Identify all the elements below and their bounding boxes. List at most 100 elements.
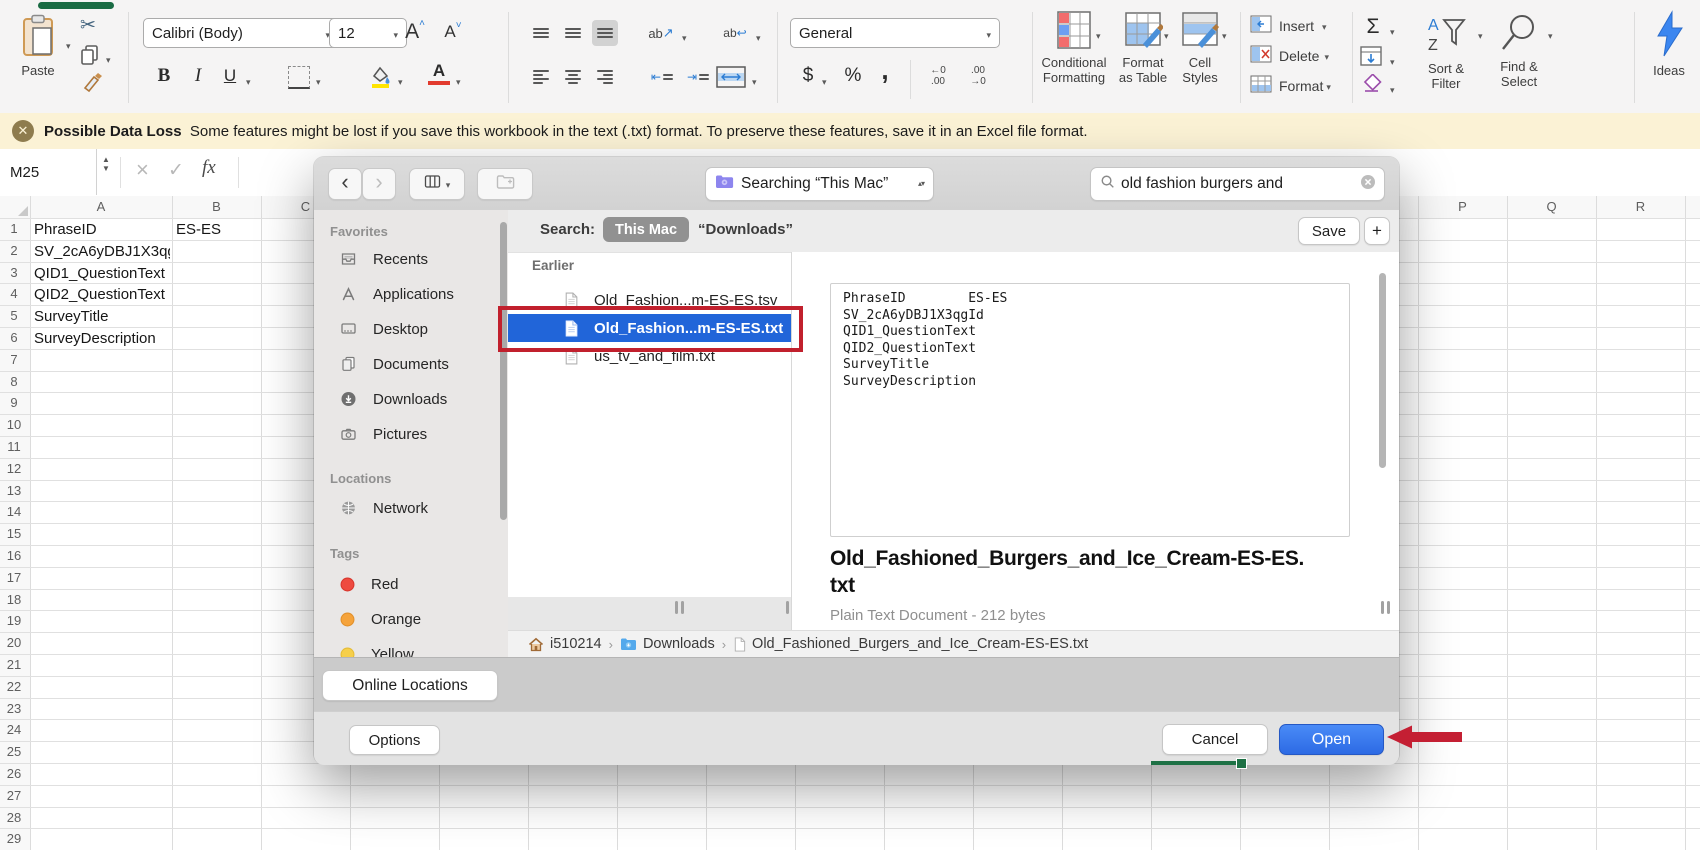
row-header-27[interactable]: 27 bbox=[0, 788, 28, 803]
align-right-button[interactable] bbox=[592, 64, 618, 90]
font-color-icon[interactable]: A bbox=[428, 62, 450, 85]
search-field[interactable]: old fashion burgers and bbox=[1090, 167, 1385, 201]
name-box-stepper[interactable]: ▲ ▼ bbox=[98, 155, 114, 173]
row-header-25[interactable]: 25 bbox=[0, 744, 28, 759]
paste-button[interactable]: Paste bbox=[12, 14, 64, 98]
column-header-P[interactable]: P bbox=[1443, 199, 1483, 214]
new-folder-button[interactable] bbox=[477, 168, 533, 200]
grow-font-button[interactable]: A ˄ bbox=[398, 16, 432, 48]
copy-icon[interactable] bbox=[80, 44, 100, 71]
column-resize-handle[interactable] bbox=[1378, 601, 1392, 614]
percent-button[interactable]: % bbox=[840, 62, 866, 90]
orientation-button[interactable]: ab ↗ bbox=[644, 20, 678, 46]
conditional-formatting-dropdown[interactable] bbox=[1096, 26, 1101, 44]
location-dropdown[interactable]: Searching “This Mac” bbox=[705, 167, 934, 201]
font-name-select[interactable]: Calibri (Body) bbox=[143, 18, 339, 48]
bold-button[interactable]: B bbox=[150, 62, 178, 90]
row-header-11[interactable]: 11 bbox=[0, 439, 28, 454]
paste-dropdown[interactable] bbox=[66, 36, 71, 54]
merge-center-icon[interactable] bbox=[716, 66, 746, 93]
column-header-A[interactable]: A bbox=[81, 199, 121, 214]
row-header-18[interactable]: 18 bbox=[0, 592, 28, 607]
font-color-dropdown[interactable] bbox=[456, 72, 461, 90]
row-header-20[interactable]: 20 bbox=[0, 635, 28, 650]
row-header-16[interactable]: 16 bbox=[0, 548, 28, 563]
cell-styles-button[interactable]: Cell Styles bbox=[1172, 10, 1228, 85]
number-format-select[interactable]: General bbox=[790, 18, 1000, 48]
back-button[interactable]: ‹ bbox=[328, 168, 362, 200]
sidebar-item-downloads[interactable]: Downloads bbox=[324, 386, 500, 412]
cell-A1[interactable]: PhraseID bbox=[34, 221, 170, 238]
row-header-8[interactable]: 8 bbox=[0, 374, 28, 389]
scope-this-mac-button[interactable]: This Mac bbox=[603, 217, 690, 242]
cell-A5[interactable]: SurveyTitle bbox=[34, 308, 170, 325]
column-header-R[interactable]: R bbox=[1621, 199, 1661, 214]
sidebar-item-applications[interactable]: Applications bbox=[324, 281, 500, 307]
align-bottom-button[interactable] bbox=[592, 20, 618, 46]
row-header-10[interactable]: 10 bbox=[0, 417, 28, 432]
forward-button[interactable]: › bbox=[362, 168, 396, 200]
row-header-3[interactable]: 3 bbox=[0, 265, 28, 280]
currency-dropdown[interactable] bbox=[822, 72, 827, 90]
fill-color-icon[interactable] bbox=[368, 64, 392, 93]
sort-filter-dropdown[interactable] bbox=[1478, 26, 1483, 44]
orientation-dropdown[interactable] bbox=[682, 28, 687, 46]
sidebar-scrollbar[interactable] bbox=[500, 222, 507, 520]
borders-dropdown[interactable] bbox=[316, 72, 321, 90]
increase-decimal-button[interactable]: ←0 .00 bbox=[920, 62, 956, 90]
row-header-19[interactable]: 19 bbox=[0, 613, 28, 628]
align-middle-button[interactable] bbox=[560, 20, 586, 46]
row-header-13[interactable]: 13 bbox=[0, 483, 28, 498]
row-header-23[interactable]: 23 bbox=[0, 701, 28, 716]
add-scope-button[interactable]: + bbox=[1364, 217, 1390, 245]
cut-icon[interactable]: ✂ bbox=[80, 14, 96, 37]
italic-button[interactable]: I bbox=[184, 62, 212, 90]
shrink-font-button[interactable]: A ˅ bbox=[436, 16, 470, 48]
row-header-17[interactable]: 17 bbox=[0, 570, 28, 585]
autosum-button[interactable]: Σ bbox=[1360, 14, 1386, 40]
format-as-table-dropdown[interactable] bbox=[1164, 26, 1169, 44]
row-header-9[interactable]: 9 bbox=[0, 395, 28, 410]
wrap-text-button[interactable]: ab ↩ bbox=[718, 20, 752, 46]
underline-button[interactable]: U bbox=[216, 62, 244, 90]
conditional-formatting-button[interactable]: Conditional Formatting bbox=[1036, 10, 1112, 85]
borders-icon[interactable] bbox=[288, 66, 310, 89]
sidebar-item-red[interactable]: Red bbox=[324, 571, 500, 597]
align-top-button[interactable] bbox=[528, 20, 554, 46]
fill-dropdown[interactable] bbox=[1390, 52, 1395, 70]
save-search-button[interactable]: Save bbox=[1298, 217, 1360, 245]
cell-A3[interactable]: QID1_QuestionText bbox=[34, 265, 170, 282]
row-header-28[interactable]: 28 bbox=[0, 810, 28, 825]
row-header-12[interactable]: 12 bbox=[0, 461, 28, 476]
ideas-button[interactable]: Ideas bbox=[1644, 10, 1694, 78]
sidebar-item-documents[interactable]: Documents bbox=[324, 351, 500, 377]
row-header-24[interactable]: 24 bbox=[0, 722, 28, 737]
cell-B1[interactable]: ES-ES bbox=[176, 221, 259, 238]
format-button[interactable]: Format bbox=[1250, 74, 1346, 98]
autosum-dropdown[interactable] bbox=[1390, 22, 1395, 40]
decrease-indent-button[interactable]: ⇤ bbox=[648, 64, 676, 90]
path-segment-i510214[interactable]: i510214 bbox=[528, 636, 602, 652]
cell-A6[interactable]: SurveyDescription bbox=[34, 330, 170, 347]
copy-dropdown[interactable] bbox=[106, 50, 111, 68]
clear-eraser-icon[interactable] bbox=[1360, 73, 1382, 99]
sidebar-item-recents[interactable]: Recents bbox=[324, 246, 500, 272]
selection-fill-handle[interactable] bbox=[1236, 758, 1247, 769]
cancel-button[interactable]: Cancel bbox=[1162, 724, 1268, 755]
find-select-button[interactable]: Find & Select bbox=[1490, 12, 1548, 89]
scope-downloads-button[interactable]: “Downloads” bbox=[698, 221, 793, 238]
format-painter-icon[interactable] bbox=[82, 72, 104, 99]
formula-cancel-icon[interactable]: × bbox=[136, 157, 149, 183]
row-header-5[interactable]: 5 bbox=[0, 308, 28, 323]
sidebar-item-desktop[interactable]: Desktop bbox=[324, 316, 500, 342]
comma-button[interactable]: , bbox=[874, 55, 896, 85]
row-header-29[interactable]: 29 bbox=[0, 831, 28, 846]
delete-button[interactable]: Delete bbox=[1250, 44, 1346, 68]
sidebar-item-network[interactable]: Network bbox=[324, 495, 500, 521]
view-mode-button[interactable] bbox=[409, 168, 465, 200]
path-segment-old-fashioned-burgers-and-ice-cream-es-e[interactable]: Old_Fashioned_Burgers_and_Ice_Cream-ES-E… bbox=[733, 636, 1088, 652]
fill-color-dropdown[interactable] bbox=[398, 72, 403, 90]
row-header-21[interactable]: 21 bbox=[0, 657, 28, 672]
currency-button[interactable]: $ bbox=[796, 62, 820, 90]
increase-indent-button[interactable]: ⇥ bbox=[684, 64, 712, 90]
